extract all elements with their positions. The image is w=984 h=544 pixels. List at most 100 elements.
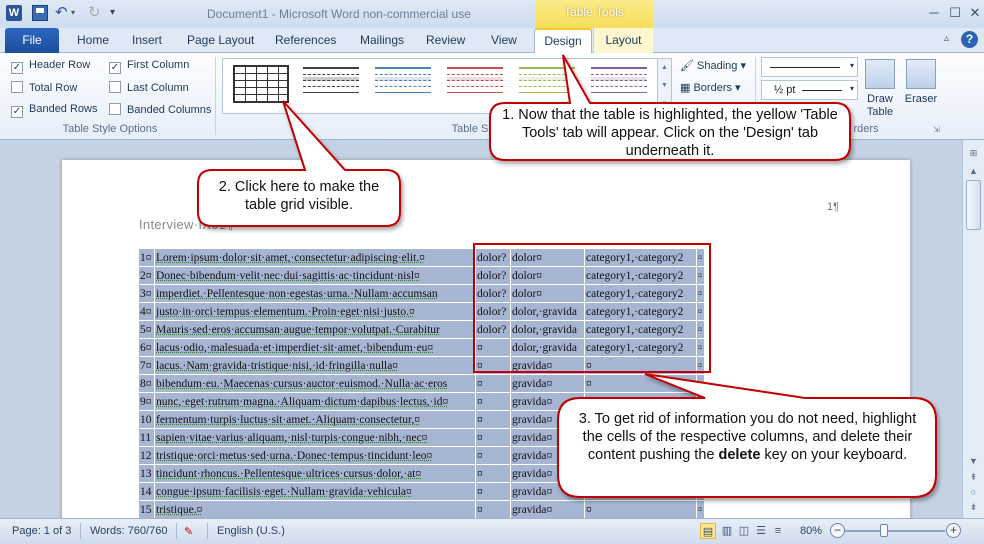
tab-review[interactable]: Review [426,33,465,47]
table-row[interactable]: 4¤ justo·in·orci·tempus·elementum.·Proin·… [138,302,705,321]
table-cell[interactable]: ¤ [696,392,705,411]
maximize-button[interactable]: ☐ [945,4,965,22]
save-icon[interactable] [32,5,48,21]
draw-table-button[interactable]: Draw Table [862,59,898,119]
tab-design[interactable]: Design [534,28,592,54]
table-cell[interactable]: ¤ [475,428,511,447]
borders-button[interactable]: ▦ Borders ▾ [680,81,741,94]
table-cell[interactable]: 4¤ [138,302,155,321]
tab-layout[interactable]: Layout [593,28,653,53]
table-row[interactable]: 1¤ Lorem·ipsum·dolor·sit·amet,·consectetu… [138,248,705,267]
redo-icon[interactable]: ↻ [88,5,104,21]
table-cell[interactable]: gravida¤ [510,356,585,375]
table-cell[interactable]: ¤ [584,482,697,501]
print-layout-view-icon[interactable]: ▤ [700,523,716,539]
gallery-scroll-buttons[interactable]: ▲ ▼ ▾ [657,59,671,113]
table-style-plain-grid[interactable] [233,65,289,103]
table-style-thumb[interactable] [303,65,359,103]
table-row[interactable]: 15 tristique.¤ ¤ gravida¤ ¤ ¤ [138,500,705,518]
checkbox-icon[interactable] [109,103,121,115]
table-cell[interactable]: ¤ [475,500,511,518]
ribbon-collapse-icon[interactable]: ▵ [944,33,949,44]
help-icon[interactable]: ? [961,31,978,48]
last-column-option[interactable]: Last Column [109,81,189,94]
table-cell[interactable]: ¤ [696,320,705,339]
table-cell[interactable]: category1,·category2 [584,302,697,321]
table-cell[interactable]: sapien·vitae·varius·aliquam,·nisl·turpis… [154,428,476,447]
document-page[interactable]: Interview·IX01¶ 1¶ 1¤ Lorem·ipsum·dolor·s… [62,160,910,518]
table-cell[interactable]: ¤ [584,500,697,518]
table-cell[interactable]: ¤ [584,464,697,483]
table-cell[interactable]: gravida¤ [510,500,585,518]
table-cell[interactable]: category1,·category2 [584,248,697,267]
undo-icon[interactable]: ↶ [55,5,71,21]
table-cell[interactable]: fermentum·turpis·luctus·sit·amet.·Aliqua… [154,410,476,429]
tab-page-layout[interactable]: Page Layout [187,33,254,47]
full-screen-reading-icon[interactable]: ▥ [719,523,735,539]
table-cell[interactable]: dolor¤ [510,248,585,267]
table-cell[interactable]: category1,·category2 [584,266,697,285]
table-cell[interactable]: ¤ [475,356,511,375]
table-cell[interactable]: lacus.·Nam·gravida·tristique·nisi,·id·fr… [154,356,476,375]
table-row[interactable]: 8¤ bibendum·eu.·Maecenas·cursus·auctor·eu… [138,374,705,393]
table-row[interactable]: 7¤ lacus.·Nam·gravida·tristique·nisi,·id·… [138,356,705,375]
proofing-icon[interactable]: ✎ [184,525,193,538]
table-cell[interactable]: dolor,·gravida [510,320,585,339]
zoom-in-button[interactable]: + [946,523,961,538]
table-cell[interactable]: ¤ [475,374,511,393]
browse-object-icon[interactable]: ○ [966,487,981,497]
scrollbar-thumb[interactable] [966,180,981,230]
total-row-option[interactable]: Total Row [11,81,77,94]
zoom-slider-handle[interactable] [880,524,888,537]
language[interactable]: English (U.S.) [217,525,285,537]
table-cell[interactable]: dolor? [475,284,511,303]
outline-view-icon[interactable]: ☰ [753,523,769,539]
page-count[interactable]: Page: 1 of 3 [12,525,71,537]
table-cell[interactable]: 11 [138,428,155,447]
draft-view-icon[interactable]: ≡ [770,523,786,539]
tab-references[interactable]: References [275,33,336,47]
table-style-thumb[interactable] [375,65,431,103]
table-cell[interactable]: tristique.¤ [154,500,476,518]
table-cell[interactable]: Donec·bibendum·velit·nec·dui·sagittis·ac… [154,266,476,285]
table-cell[interactable]: dolor¤ [510,266,585,285]
table-row[interactable]: 3¤ imperdiet.·Pellentesque·non·egestas·ur… [138,284,705,303]
dialog-launcher-icon[interactable]: ⇲ [933,125,940,134]
vertical-scrollbar[interactable]: ⊞ ▲ ▼ ⇞ ○ ⇟ [962,140,984,518]
table-cell[interactable]: 7¤ [138,356,155,375]
table-cell[interactable]: 12 [138,446,155,465]
tab-mailings[interactable]: Mailings [360,33,404,47]
table-cell[interactable]: ¤ [696,374,705,393]
table-row[interactable]: 2¤ Donec·bibendum·velit·nec·dui·sagittis·… [138,266,705,285]
table-cell[interactable]: Mauris·sed·eros·accumsan·augue·tempor·vo… [154,320,476,339]
tab-insert[interactable]: Insert [132,33,162,47]
table-cell[interactable]: ¤ [584,356,697,375]
table-cell[interactable]: dolor¤ [510,284,585,303]
table-cell[interactable]: ¤ [475,464,511,483]
document-table[interactable]: 1¤ Lorem·ipsum·dolor·sit·amet,·consectetu… [138,248,705,518]
table-cell[interactable]: ¤ [696,500,705,518]
table-cell[interactable]: ¤ [696,338,705,357]
table-cell[interactable]: gravida¤ [510,482,585,501]
table-cell[interactable]: ¤ [584,374,697,393]
eraser-button[interactable]: Eraser [902,59,940,106]
table-cell[interactable]: ¤ [475,410,511,429]
word-count[interactable]: Words: 760/760 [90,525,167,537]
checkbox-icon[interactable]: ✓ [11,62,23,74]
table-cell[interactable]: gravida¤ [510,464,585,483]
table-cell[interactable]: dolor? [475,266,511,285]
minimize-button[interactable]: ─ [924,4,944,22]
first-column-option[interactable]: ✓ First Column [109,59,189,74]
table-cell[interactable]: 2¤ [138,266,155,285]
table-cell[interactable]: ¤ [475,482,511,501]
table-cell[interactable]: ¤ [696,266,705,285]
previous-page-icon[interactable]: ⇞ [966,472,981,483]
shading-button[interactable]: 🖌 Shading ▾ [680,59,746,72]
banded-columns-option[interactable]: Banded Columns [109,103,211,116]
table-cell[interactable]: lacus·odio,·malesuada·et·imperdiet·sit·a… [154,338,476,357]
table-cell[interactable]: nunc,·eget·rutrum·magna.·Aliquam·dictum·… [154,392,476,411]
header-row-option[interactable]: ✓ Header Row [11,59,90,74]
table-cell[interactable]: dolor? [475,302,511,321]
table-cell[interactable]: category1,·category2 [584,284,697,303]
table-style-thumb[interactable] [591,65,647,103]
